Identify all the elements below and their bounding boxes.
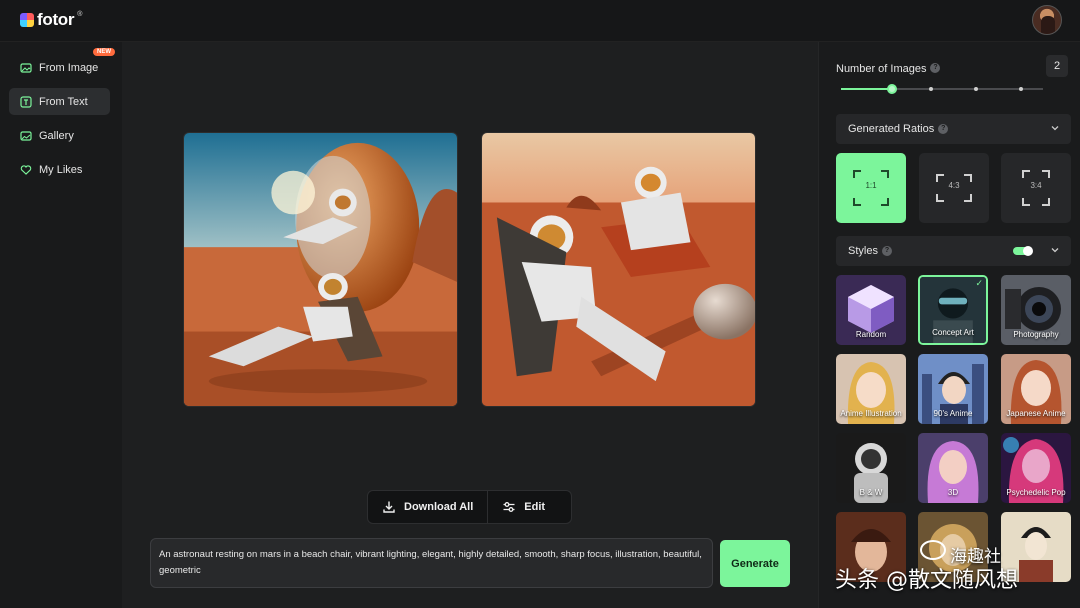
download-all-button[interactable]: Download All	[368, 491, 487, 523]
style-label: Anime Illustration	[840, 409, 902, 418]
num-images-label: Number of Images	[836, 63, 927, 75]
style-label: Japanese Anime	[1006, 409, 1066, 418]
style-random[interactable]: Random	[836, 275, 906, 345]
num-images-count[interactable]: 2	[1046, 55, 1068, 77]
image-action-bar: Download All Edit	[367, 490, 572, 524]
sliders-icon	[503, 502, 515, 512]
info-icon[interactable]: ?	[930, 62, 941, 73]
heart-icon	[20, 164, 32, 176]
sidebar-item-label: My Likes	[39, 163, 83, 176]
gallery-icon	[20, 130, 32, 142]
generated-ratios-dropdown[interactable]: Generated Ratios?	[836, 114, 1071, 144]
style-concept-art[interactable]: ✓ Concept Art	[918, 275, 988, 345]
sidebar-item-from-text[interactable]: From Text	[9, 88, 110, 115]
sidebar: From Image NEW From Text Gallery My Like…	[0, 42, 122, 608]
ratio-label: 1:1	[865, 181, 877, 190]
style-japanese-anime[interactable]: Japanese Anime	[1001, 354, 1071, 424]
logo-mark-icon	[20, 13, 34, 27]
num-images-slider[interactable]	[841, 84, 1043, 94]
avatar[interactable]	[1032, 5, 1062, 35]
style-label: Random	[855, 330, 887, 339]
style-label: Photography	[1013, 330, 1059, 339]
sidebar-item-from-image[interactable]: From Image NEW	[9, 48, 115, 81]
check-icon: ✓	[975, 278, 983, 288]
styles-toggle[interactable]	[1013, 246, 1033, 256]
logo-text: fotor	[37, 10, 75, 29]
fotor-logo[interactable]: fotor ®	[20, 10, 82, 30]
sidebar-item-label: Gallery	[39, 129, 74, 142]
style-photography[interactable]: Photography	[1001, 275, 1071, 345]
text-icon	[20, 95, 32, 108]
generate-button[interactable]: Generate	[720, 540, 790, 587]
slider-step	[929, 87, 933, 91]
sidebar-item-gallery[interactable]: Gallery	[9, 122, 110, 149]
image-icon	[20, 62, 32, 74]
prompt-input[interactable]: An astronaut resting on mars in a beach …	[150, 538, 713, 588]
style-label: 90's Anime	[933, 409, 973, 418]
slider-knob[interactable]	[887, 84, 897, 94]
wechat-icon	[920, 540, 946, 560]
settings-panel: Number of Images? 2 Generated Ratios? 1:…	[818, 42, 1080, 608]
sidebar-item-label: From Text	[39, 95, 88, 108]
style-label: B & W	[859, 488, 883, 497]
style-anime-illustration[interactable]: Anime Illustration	[836, 354, 906, 424]
slider-step	[974, 87, 978, 91]
ratio-label: 4:3	[948, 181, 960, 190]
style-label: Concept Art	[932, 328, 974, 337]
ratio-option-4-3[interactable]: 4:3	[919, 153, 989, 223]
ratio-option-3-4[interactable]: 3:4	[1001, 153, 1071, 223]
style-90s-anime[interactable]: 90's Anime	[918, 354, 988, 424]
slider-step	[1019, 87, 1023, 91]
top-header: fotor ®	[0, 0, 1080, 42]
chevron-down-icon	[1051, 248, 1059, 253]
style-3d[interactable]: 3D	[918, 433, 988, 503]
info-icon[interactable]: ?	[938, 124, 949, 134]
download-all-label: Download All	[404, 501, 474, 513]
ratio-option-1-1[interactable]: 1:1	[836, 153, 906, 223]
style-label: 3D	[947, 488, 959, 497]
info-icon[interactable]: ?	[881, 246, 892, 256]
main-canvas: Download All Edit An astronaut resting o…	[122, 42, 818, 608]
ratio-label: 3:4	[1030, 181, 1042, 190]
style-label: Psychedelic Pop	[1006, 488, 1066, 497]
style-b-and-w[interactable]: B & W	[836, 433, 906, 503]
edit-button[interactable]: Edit	[488, 491, 559, 523]
download-icon	[383, 501, 395, 513]
styles-dropdown[interactable]: Styles?	[836, 236, 1071, 266]
sidebar-item-my-likes[interactable]: My Likes	[9, 156, 110, 183]
chevron-down-icon	[1051, 126, 1059, 131]
generated-image-1[interactable]	[183, 132, 458, 407]
generated-image-2[interactable]	[481, 132, 756, 407]
slider-fill	[841, 88, 892, 90]
num-images-row: Number of Images?	[836, 59, 941, 77]
logo-registered: ®	[77, 10, 83, 18]
styles-label: Styles	[848, 245, 878, 257]
watermark-bottom: 头条 @散文随风想	[835, 568, 1018, 593]
edit-label: Edit	[524, 501, 546, 513]
style-psychedelic-pop[interactable]: Psychedelic Pop	[1001, 433, 1071, 503]
new-badge: NEW	[93, 48, 115, 56]
ratios-label: Generated Ratios	[848, 123, 935, 135]
sidebar-item-label: From Image	[39, 61, 99, 74]
